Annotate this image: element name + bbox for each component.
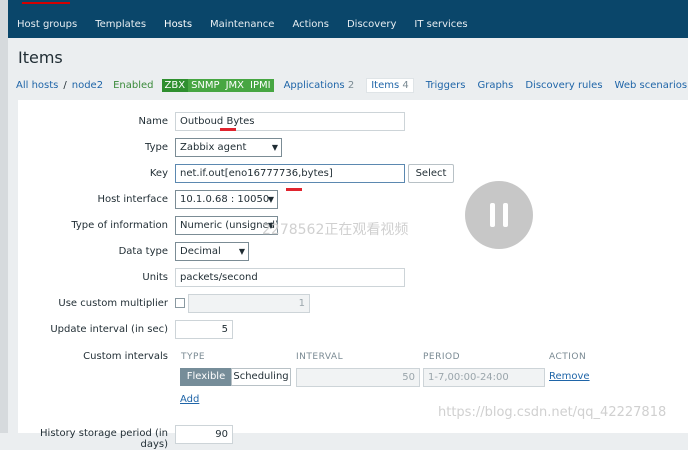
availability-tags: ZBX SNMP JMX IPMI [161, 79, 274, 92]
host-interface-label: Host interface [97, 194, 168, 205]
chevron-down-icon: ▼ [238, 247, 245, 256]
type-label: Type [145, 142, 168, 153]
menu-maintenance[interactable]: Maintenance [201, 17, 283, 33]
tag-zbx: ZBX [161, 79, 189, 92]
main-menu: Host groups Templates Hosts Maintenance … [8, 17, 477, 33]
tab-applications[interactable]: Applications 2 [284, 80, 355, 91]
menu-host-groups[interactable]: Host groups [8, 17, 86, 33]
name-input[interactable]: Outboud Bytes [175, 112, 405, 131]
tag-jmx: JMX [225, 80, 244, 91]
period-input[interactable]: 1-7,00:00-24:00 [423, 368, 545, 387]
chevron-down-icon: ▼ [271, 143, 278, 152]
tab-discovery-rules[interactable]: Discovery rules [525, 80, 602, 91]
host-interface-value: 10.1.0.68 : 10050 [180, 194, 270, 205]
annotation-mark [220, 128, 236, 131]
tag-snmp: SNMP [191, 80, 220, 91]
col-action: ACTION [549, 352, 587, 362]
units-input[interactable]: packets/second [175, 268, 405, 287]
data-type-value: Decimal [180, 246, 221, 257]
multiplier-label: Use custom multiplier [58, 298, 168, 309]
pause-bar [503, 203, 508, 227]
tab-triggers[interactable]: Triggers [426, 80, 466, 91]
custom-intervals-table: TYPE INTERVAL PERIOD ACTION Flexible Sch… [175, 348, 590, 413]
update-interval-input[interactable]: 5 [175, 320, 233, 339]
left-edge [0, 0, 8, 433]
type-select[interactable]: Zabbix agent ▼ [175, 138, 282, 157]
menu-it-services[interactable]: IT services [405, 17, 476, 33]
custom-intervals-label: Custom intervals [83, 351, 168, 362]
tag-ipmi: IPMI [250, 80, 271, 91]
breadcrumb-host[interactable]: node2 [72, 80, 103, 91]
menu-discovery[interactable]: Discovery [338, 17, 405, 33]
units-label: Units [142, 272, 168, 283]
interval-input[interactable]: 50 [296, 368, 420, 387]
zabbix-logo[interactable] [22, 0, 70, 4]
scheduling-toggle[interactable]: Scheduling [231, 368, 291, 386]
page-title: Items [18, 48, 63, 67]
breadcrumb: All hosts / node2 Enabled ZBX SNMP JMX I… [16, 78, 688, 93]
tab-applications-label: Applications [283, 80, 345, 91]
menu-actions[interactable]: Actions [283, 17, 338, 33]
tab-web-scenarios[interactable]: Web scenarios [615, 80, 688, 91]
remove-interval-link[interactable]: Remove [549, 371, 590, 382]
tab-items-count: 4 [402, 80, 409, 91]
add-interval-link[interactable]: Add [180, 394, 199, 405]
select-key-button[interactable]: Select [408, 164, 454, 183]
tab-items[interactable]: Items 4 [366, 78, 414, 93]
tab-graphs[interactable]: Graphs [477, 80, 513, 91]
chevron-down-icon: ▼ [267, 195, 274, 204]
key-label: Key [149, 168, 168, 179]
breadcrumb-all-hosts[interactable]: All hosts [16, 80, 58, 91]
data-type-select[interactable]: Decimal ▼ [175, 242, 249, 261]
key-input[interactable]: net.if.out[eno16777736,bytes] [175, 164, 405, 183]
multiplier-input[interactable]: 1 [188, 294, 310, 313]
history-label: History storage period (in days) [40, 428, 168, 450]
tab-items-label: Items [371, 80, 400, 91]
flexible-toggle[interactable]: Flexible [180, 368, 232, 386]
pause-bar [490, 203, 495, 227]
menu-templates[interactable]: Templates [86, 17, 155, 33]
pause-icon[interactable] [465, 181, 533, 249]
col-period: PERIOD [423, 352, 461, 362]
type-select-value: Zabbix agent [180, 142, 247, 153]
multiplier-checkbox[interactable] [175, 298, 185, 308]
annotation-mark [286, 188, 302, 191]
url-watermark: https://blog.csdn.net/qq_42227818 [438, 405, 667, 420]
tab-applications-count: 2 [347, 80, 355, 91]
type-info-label: Type of information [71, 220, 168, 231]
name-label: Name [138, 116, 168, 127]
top-navigation: Host groups Templates Hosts Maintenance … [8, 0, 688, 38]
col-type: TYPE [181, 352, 206, 362]
breadcrumb-separator: / [63, 80, 67, 91]
col-interval: INTERVAL [296, 352, 344, 362]
menu-hosts[interactable]: Hosts [155, 17, 202, 33]
host-status-enabled[interactable]: Enabled [113, 80, 153, 91]
update-interval-label: Update interval (in sec) [50, 324, 168, 335]
data-type-label: Data type [118, 246, 168, 257]
viewer-watermark: 2278562正在观看视频 [262, 222, 409, 238]
host-interface-select[interactable]: 10.1.0.68 : 10050 ▼ [175, 190, 278, 209]
history-input[interactable]: 90 [175, 425, 233, 444]
